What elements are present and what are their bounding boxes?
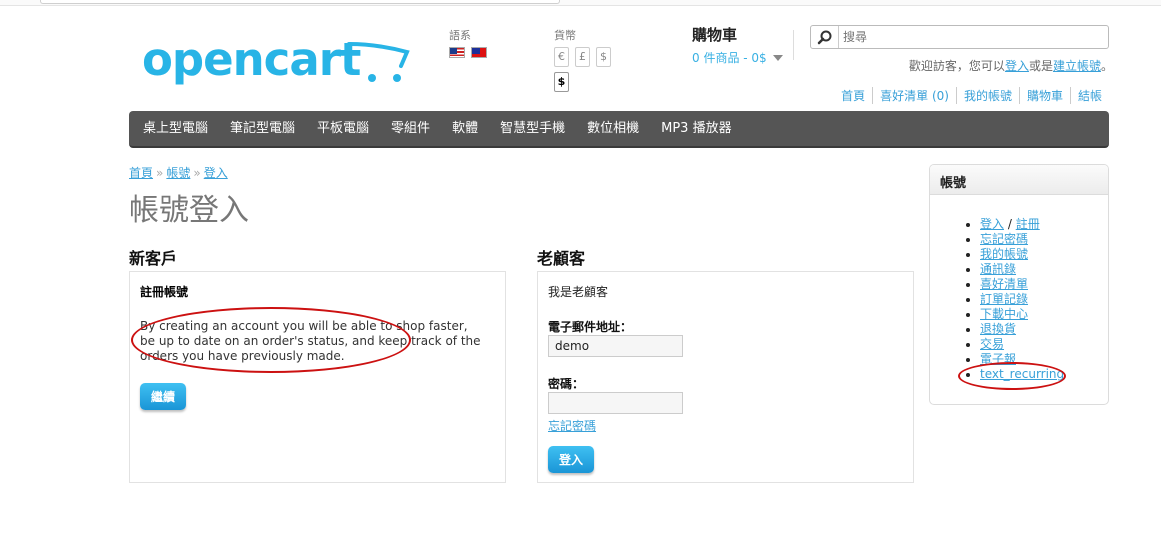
- sidebar-item-my-account[interactable]: 我的帳號: [980, 247, 1028, 261]
- sidebar-item-returns[interactable]: 退換貨: [980, 322, 1016, 336]
- list-item: 我的帳號: [980, 247, 1108, 262]
- currency-switcher: 貨幣 € £ $ $: [554, 27, 611, 92]
- sidebar-login-link[interactable]: 登入: [980, 217, 1004, 231]
- returning-customer-box: 我是老顧客 電子郵件地址： 密碼： 忘記密碼 登入: [537, 271, 914, 483]
- search-button[interactable]: [811, 26, 839, 48]
- menu-item-software[interactable]: 軟體: [442, 110, 488, 147]
- returning-customer-heading: 老顧客: [537, 249, 586, 268]
- sidebar-register-link[interactable]: 註冊: [1016, 217, 1040, 231]
- sidebar-title: 帳號: [930, 165, 1108, 195]
- welcome-middle: 或是: [1028, 59, 1053, 73]
- sidebar-item-forgot-password[interactable]: 忘記密碼: [980, 232, 1028, 246]
- sidebar-slash: /: [1007, 217, 1012, 231]
- logo-text: opencart: [142, 33, 361, 86]
- returning-intro: 我是老顧客: [548, 285, 609, 299]
- cart-title: 購物車: [692, 26, 738, 44]
- menu-item-cameras[interactable]: 數位相機: [577, 110, 649, 147]
- menu-item-mp3[interactable]: MP3 播放器: [651, 110, 741, 147]
- sidebar-item-transactions[interactable]: 交易: [980, 337, 1004, 351]
- login-button[interactable]: 登入: [548, 446, 595, 473]
- language-switcher: 語系: [449, 27, 487, 58]
- top-link-account[interactable]: 我的帳號: [955, 87, 1019, 104]
- opencart-logo[interactable]: opencart: [142, 30, 422, 90]
- forgot-password-wrap: 忘記密碼: [548, 417, 596, 434]
- breadcrumb-home[interactable]: 首頁: [129, 166, 153, 180]
- top-link-wishlist[interactable]: 喜好清單 (0): [872, 87, 956, 104]
- email-label: 電子郵件地址：: [548, 320, 633, 334]
- list-item: 喜好清單: [980, 277, 1108, 292]
- category-menu: 桌上型電腦 筆記型電腦 平板電腦 零組件 軟體 智慧型手機 數位相機 MP3 播…: [129, 111, 1109, 148]
- list-item: 通訊錄: [980, 262, 1108, 277]
- list-item: 訂單記錄: [980, 292, 1108, 307]
- register-account-title: 註冊帳號: [140, 285, 189, 299]
- sidebar-item-downloads[interactable]: 下載中心: [980, 307, 1028, 321]
- header-divider: [793, 30, 794, 60]
- account-links: 登入 / 註冊 忘記密碼 我的帳號 通訊錄 喜好清單 訂單記錄 下載中心 退換貨…: [930, 217, 1108, 382]
- currency-dollar-button[interactable]: $: [596, 47, 611, 67]
- list-item: 下載中心: [980, 307, 1108, 322]
- menu-item-desktops[interactable]: 桌上型電腦: [133, 110, 218, 147]
- list-item: 忘記密碼: [980, 232, 1108, 247]
- currency-pound-button[interactable]: £: [575, 47, 590, 67]
- email-field[interactable]: [548, 335, 683, 357]
- list-item: 交易: [980, 337, 1108, 352]
- breadcrumb: 首頁» 帳號» 登入: [129, 164, 228, 181]
- currency-selected[interactable]: $: [554, 72, 569, 92]
- cart-widget[interactable]: 購物車 0 件商品 - 0$: [692, 24, 783, 66]
- annotation-ellipse-description: [131, 307, 411, 373]
- welcome-register-link[interactable]: 建立帳號: [1053, 59, 1101, 73]
- password-label: 密碼：: [548, 377, 585, 391]
- list-item: 退換貨: [980, 322, 1108, 337]
- top-links: 首頁 喜好清單 (0) 我的帳號 購物車 結帳: [834, 87, 1109, 104]
- welcome-message: 歡迎訪客，您可以登入或是建立帳號。: [909, 57, 1113, 74]
- currency-euro-button[interactable]: €: [554, 47, 569, 67]
- menu-item-laptops[interactable]: 筆記型電腦: [220, 110, 305, 147]
- page-title: 帳號登入: [129, 193, 249, 228]
- search-box: [810, 25, 1109, 49]
- breadcrumb-login[interactable]: 登入: [204, 166, 228, 180]
- welcome-login-link[interactable]: 登入: [1005, 59, 1029, 73]
- new-customer-box: 註冊帳號 By creating an account you will be …: [129, 271, 506, 483]
- logo-cart-icon: [347, 42, 410, 82]
- breadcrumb-account[interactable]: 帳號: [166, 166, 190, 180]
- top-link-home[interactable]: 首頁: [834, 87, 872, 104]
- welcome-suffix: 。: [1100, 59, 1113, 73]
- sidebar-item-wishlist[interactable]: 喜好清單: [980, 277, 1028, 291]
- sidebar-item-order-history[interactable]: 訂單記錄: [980, 292, 1028, 306]
- continue-button[interactable]: 繼續: [140, 383, 187, 410]
- menu-item-components[interactable]: 零組件: [381, 110, 440, 147]
- top-link-checkout[interactable]: 結帳: [1069, 87, 1109, 104]
- search-input[interactable]: [843, 28, 1103, 46]
- browser-top-strip: [0, 0, 1161, 6]
- breadcrumb-separator: »: [156, 166, 164, 180]
- top-link-cart[interactable]: 購物車: [1018, 87, 1070, 104]
- forgot-password-link[interactable]: 忘記密碼: [548, 419, 596, 433]
- annotation-ellipse-recurring: [958, 362, 1066, 390]
- currency-label: 貨幣: [554, 29, 576, 42]
- menu-item-phones[interactable]: 智慧型手機: [490, 110, 575, 147]
- us-flag-icon[interactable]: [449, 47, 465, 58]
- browser-tab-edge: [40, 0, 560, 4]
- menu-item-tablets[interactable]: 平板電腦: [307, 110, 379, 147]
- password-field[interactable]: [548, 392, 683, 414]
- search-icon: [817, 30, 832, 45]
- breadcrumb-separator: »: [193, 166, 201, 180]
- cart-summary[interactable]: 0 件商品 - 0$: [692, 49, 767, 66]
- tw-flag-icon[interactable]: [471, 47, 487, 58]
- language-label: 語系: [449, 29, 471, 42]
- chevron-down-icon[interactable]: [772, 54, 783, 61]
- sidebar-item-address-book[interactable]: 通訊錄: [980, 262, 1016, 276]
- new-customer-heading: 新客戶: [129, 249, 178, 268]
- list-item: 登入 / 註冊: [980, 217, 1108, 232]
- welcome-prefix: 歡迎訪客，您可以: [908, 59, 1005, 73]
